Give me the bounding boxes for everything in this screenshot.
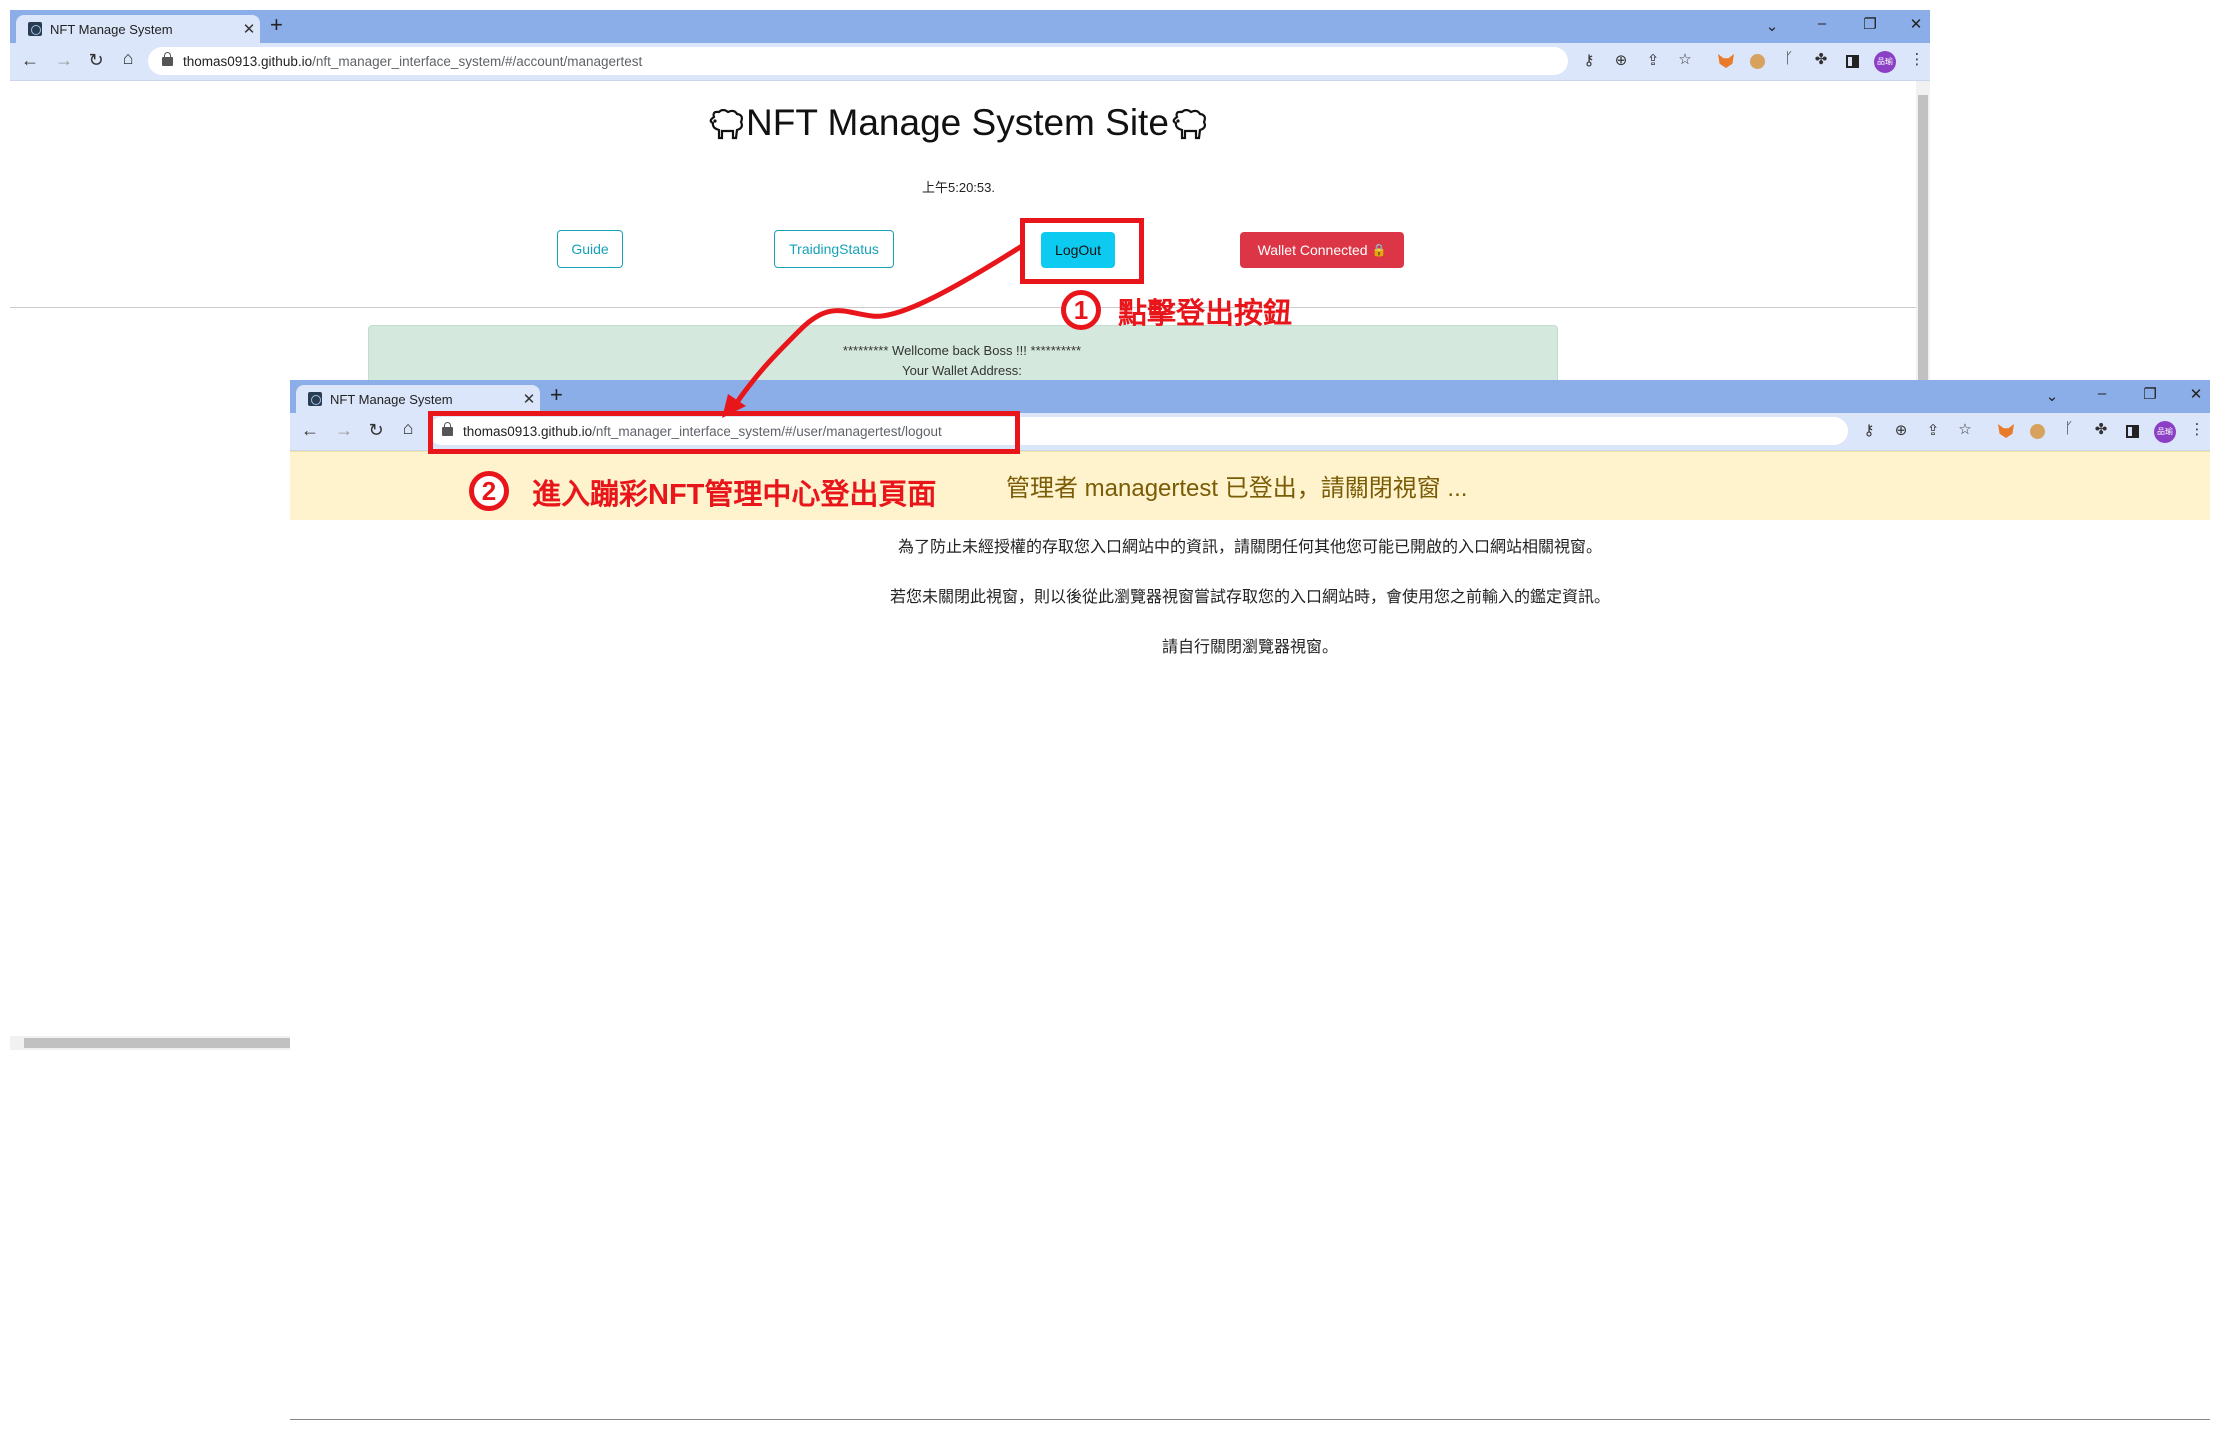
step-2-label: 進入蹦彩NFT管理中心登出頁面 (532, 479, 937, 511)
step-2-badge: 2 (469, 471, 509, 511)
step-arrow (722, 243, 1024, 418)
url-highlight-box (428, 411, 1020, 454)
